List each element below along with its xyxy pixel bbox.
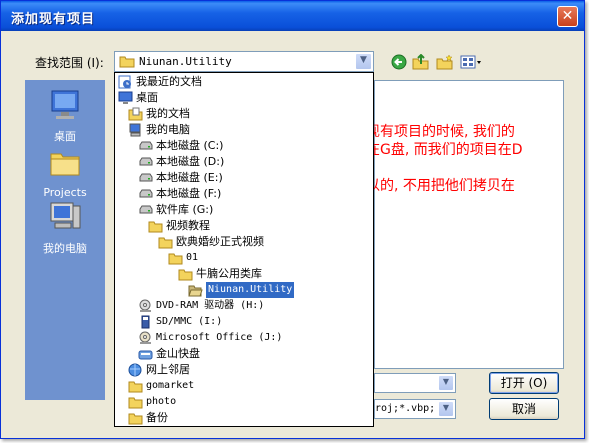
list-item-label: 我最近的文档 xyxy=(136,75,202,88)
places-my-computer-label: 我的电脑 xyxy=(43,242,87,255)
chevron-down-icon: ▼ xyxy=(360,55,367,65)
look-in-combo[interactable]: Niunan.Utility ▼ xyxy=(114,51,374,72)
add-existing-item-dialog: 添加现有项目 ✕ 查找范围 (I): Niunan.Utility ▼ 桌面 P… xyxy=(0,0,585,439)
list-item-label: 01 xyxy=(186,252,199,263)
folder-icon xyxy=(128,381,143,393)
list-item-label: 备份 xyxy=(146,411,168,424)
look-in-dropdown-button[interactable]: ▼ xyxy=(355,53,372,70)
list-item-label: 视频教程 xyxy=(166,219,210,232)
look-in-value: Niunan.Utility xyxy=(139,55,232,68)
folder-icon xyxy=(168,253,183,265)
close-icon: ✕ xyxy=(561,8,574,24)
close-button[interactable]: ✕ xyxy=(557,6,578,27)
back-icon xyxy=(391,54,407,70)
list-item-label: SD/MMC (I:) xyxy=(156,316,223,327)
file-type-dropdown-button[interactable]: ▼ xyxy=(438,401,454,417)
list-item-label: gomarket xyxy=(146,380,195,391)
folder-icon xyxy=(128,413,143,425)
cd-drive-icon xyxy=(139,331,151,344)
open-folder-icon xyxy=(188,285,203,297)
list-item-label: photo xyxy=(146,396,177,407)
list-item-label: Niunan.Utility xyxy=(206,282,295,298)
dvd-drive-icon xyxy=(139,299,151,312)
cancel-button[interactable]: 取消 xyxy=(489,398,559,420)
file-type-value: roj;*.vbp; xyxy=(375,403,436,414)
folder-icon xyxy=(119,56,135,68)
folder-icon xyxy=(158,237,173,249)
window-title: 添加现有项目 xyxy=(11,12,96,27)
new-folder-button[interactable] xyxy=(435,53,455,71)
look-in-dropdown-list: 我最近的文档 桌面 我的文档 我的电脑 本地磁盘 (C:) 本地磁盘 (D:) … xyxy=(114,72,374,427)
chevron-down-icon: ▼ xyxy=(442,377,450,386)
list-item-label: 欧典婚纱正式视频 xyxy=(176,235,264,248)
network-icon xyxy=(128,363,142,377)
places-desktop-label: 桌面 xyxy=(54,130,76,143)
desktop-icon xyxy=(118,91,133,104)
list-item-label: 本地磁盘 (D:) xyxy=(156,155,225,168)
list-item-label: DVD-RAM 驱动器 (H:) xyxy=(156,300,265,311)
list-item-label: 网上邻居 xyxy=(146,363,190,376)
file-name-dropdown-button[interactable]: ▼ xyxy=(438,375,454,391)
list-item-label: 本地磁盘 (E:) xyxy=(156,171,223,184)
computer-icon xyxy=(50,202,81,229)
file-name-combo[interactable]: ▼ xyxy=(374,373,456,393)
recent-documents-icon xyxy=(118,75,131,89)
list-item-label: 我的电脑 xyxy=(146,123,190,136)
places-bar: 桌面 Projects 我的电脑 xyxy=(25,80,105,400)
places-projects-label: Projects xyxy=(43,186,87,199)
drive-icon xyxy=(139,189,153,198)
cloud-disk-icon xyxy=(138,350,153,360)
title-bar[interactable]: 添加现有项目 ✕ xyxy=(1,1,584,31)
desktop-icon xyxy=(51,90,79,119)
drive-icon xyxy=(139,205,153,214)
card-reader-icon xyxy=(141,315,150,329)
list-item-label: 软件库 (G:) xyxy=(156,203,214,216)
file-type-combo[interactable]: roj;*.vbp; ▼ xyxy=(374,399,456,419)
views-menu-icon xyxy=(460,55,481,69)
list-item-label: 牛腩公用类库 xyxy=(196,267,262,280)
computer-icon xyxy=(129,123,141,137)
folder-icon xyxy=(148,221,163,233)
up-folder-icon xyxy=(412,54,429,70)
list-item-label: 桌面 xyxy=(136,91,158,104)
drive-icon xyxy=(139,141,153,150)
look-in-label: 查找范围 (I): xyxy=(35,56,104,70)
views-menu-button[interactable] xyxy=(459,53,483,71)
drive-icon xyxy=(139,173,153,182)
up-folder-button[interactable] xyxy=(411,53,431,71)
list-item-label: 金山快盘 xyxy=(156,347,200,360)
folder-icon xyxy=(128,397,143,409)
chevron-down-icon: ▼ xyxy=(442,403,450,412)
new-folder-icon xyxy=(436,54,453,70)
drive-icon xyxy=(139,157,153,166)
list-item-label: 我的文档 xyxy=(146,107,190,120)
folder-icon xyxy=(178,269,193,281)
folder-icon xyxy=(50,153,80,176)
list-item-label: Microsoft Office (J:) xyxy=(156,332,283,343)
list-item-label: 本地磁盘 (F:) xyxy=(156,187,222,200)
open-button[interactable]: 打开 (O) xyxy=(489,372,559,394)
my-documents-icon xyxy=(128,107,143,121)
back-button[interactable] xyxy=(389,53,409,71)
list-item-label: 本地磁盘 (C:) xyxy=(156,139,224,152)
